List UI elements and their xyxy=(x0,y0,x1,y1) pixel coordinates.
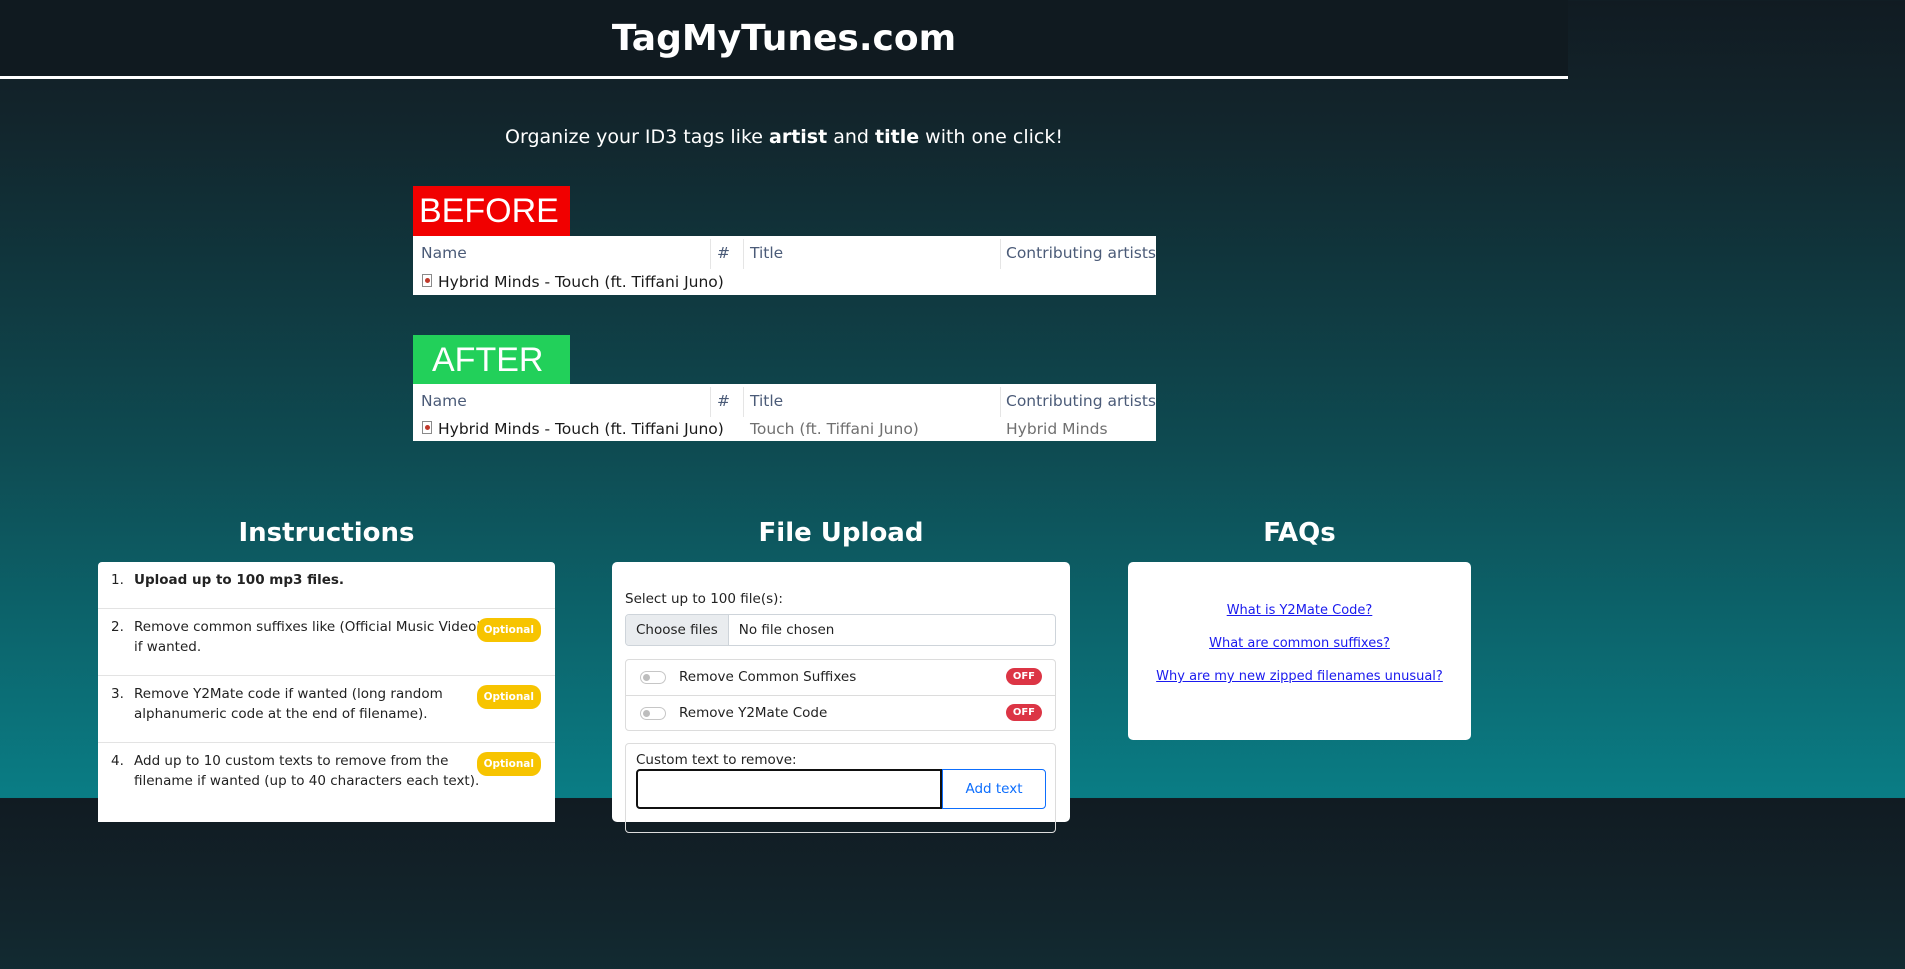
instruction-number: 2. xyxy=(111,619,124,635)
file-name: Hybrid Minds - Touch (ft. Tiffani Juno) xyxy=(438,420,724,438)
audio-file-icon xyxy=(422,274,432,287)
file-name: Hybrid Minds - Touch (ft. Tiffani Juno) xyxy=(438,273,724,291)
column-divider xyxy=(1000,239,1001,269)
site-header: TagMyTunes.com xyxy=(0,0,1568,79)
remove-suffixes-option[interactable]: Remove Common Suffixes OFF xyxy=(626,660,1055,695)
instruction-item: 1. Upload up to 100 mp3 files. xyxy=(98,562,555,609)
instruction-number: 4. xyxy=(111,753,124,769)
explorer-header: Name # Title Contributing artists xyxy=(413,239,1157,269)
instruction-text: Remove Y2Mate code if wanted (long rando… xyxy=(134,686,443,722)
site-logo[interactable]: TagMyTunes.com xyxy=(612,18,956,59)
status-badge: OFF xyxy=(1005,704,1042,721)
column-divider xyxy=(743,387,744,417)
instruction-item: 2. Remove common suffixes like (Official… xyxy=(98,609,555,676)
options-group: Remove Common Suffixes OFF Remove Y2Mate… xyxy=(625,659,1056,731)
optional-badge: Optional xyxy=(476,752,541,776)
custom-text-label: Custom text to remove: xyxy=(636,752,797,768)
column-number: # xyxy=(717,392,730,410)
file-title: Touch (ft. Tiffani Juno) xyxy=(750,420,919,438)
file-input[interactable]: Choose files No file chosen xyxy=(625,614,1056,646)
column-name: Name xyxy=(421,392,467,410)
column-title: Title xyxy=(750,392,784,410)
column-title: Title xyxy=(750,244,784,262)
instruction-number: 1. xyxy=(111,572,124,588)
file-row: Hybrid Minds - Touch (ft. Tiffani Juno) xyxy=(413,268,1156,296)
instruction-text: Remove common suffixes like (Official Mu… xyxy=(134,619,482,655)
status-badge: OFF xyxy=(1005,668,1042,685)
column-divider xyxy=(710,387,711,417)
tagline-artist: artist xyxy=(769,126,828,148)
instruction-text: Add up to 10 custom texts to remove from… xyxy=(134,753,480,789)
instructions-heading: Instructions xyxy=(238,518,415,548)
instruction-item: 4. Add up to 10 custom texts to remove f… xyxy=(98,743,555,810)
column-artists: Contributing artists xyxy=(1006,244,1157,262)
file-upload-heading: File Upload xyxy=(758,518,924,548)
faqs-heading: FAQs xyxy=(1263,518,1336,548)
remove-suffixes-toggle[interactable] xyxy=(640,671,666,684)
column-name: Name xyxy=(421,244,467,262)
tagline-text-mid: and xyxy=(827,126,876,148)
optional-badge: Optional xyxy=(476,618,541,642)
custom-text-input[interactable] xyxy=(636,769,942,809)
after-badge: AFTER xyxy=(413,335,570,385)
tagline-title: title xyxy=(875,126,920,148)
column-divider xyxy=(1000,387,1001,417)
custom-text-group: Custom text to remove: Add text xyxy=(625,743,1056,833)
choose-files-button[interactable]: Choose files xyxy=(626,615,729,645)
explorer-header: Name # Title Contributing artists xyxy=(413,387,1157,417)
optional-badge: Optional xyxy=(476,685,541,709)
column-artists: Contributing artists xyxy=(1006,392,1157,410)
column-divider xyxy=(710,239,711,269)
file-row: Hybrid Minds - Touch (ft. Tiffani Juno) … xyxy=(413,415,1156,443)
faq-link-suffixes[interactable]: What are common suffixes? xyxy=(1128,636,1471,651)
faq-link-filenames[interactable]: Why are my new zipped filenames unusual? xyxy=(1128,669,1471,684)
instructions-card: 1. Upload up to 100 mp3 files. 2. Remove… xyxy=(98,562,555,822)
tagline: Organize your ID3 tags like artist and t… xyxy=(0,126,1568,148)
tagline-text: Organize your ID3 tags like xyxy=(505,126,770,148)
audio-file-icon xyxy=(422,421,432,434)
before-badge: BEFORE xyxy=(413,186,570,236)
file-upload-card: Select up to 100 file(s): Choose files N… xyxy=(612,562,1070,833)
instruction-item: 3. Remove Y2Mate code if wanted (long ra… xyxy=(98,676,555,743)
remove-y2mate-label: Remove Y2Mate Code xyxy=(679,705,828,721)
remove-suffixes-label: Remove Common Suffixes xyxy=(679,669,857,685)
remove-y2mate-option[interactable]: Remove Y2Mate Code OFF xyxy=(626,695,1055,730)
instruction-text: Upload up to 100 mp3 files. xyxy=(134,572,345,588)
before-explorer: Name # Title Contributing artists Hybrid… xyxy=(413,236,1156,295)
faq-card: What is Y2Mate Code? What are common suf… xyxy=(1128,562,1471,740)
add-text-button[interactable]: Add text xyxy=(942,769,1046,809)
faq-link-y2mate[interactable]: What is Y2Mate Code? xyxy=(1128,603,1471,618)
column-divider xyxy=(743,239,744,269)
tagline-text-end: with one click! xyxy=(919,126,1063,148)
select-files-label: Select up to 100 file(s): xyxy=(625,591,783,607)
file-input-status: No file chosen xyxy=(738,622,835,638)
file-artists: Hybrid Minds xyxy=(1006,420,1108,438)
column-number: # xyxy=(717,244,730,262)
after-explorer: Name # Title Contributing artists Hybrid… xyxy=(413,384,1156,441)
instruction-number: 3. xyxy=(111,686,124,702)
remove-y2mate-toggle[interactable] xyxy=(640,707,666,720)
